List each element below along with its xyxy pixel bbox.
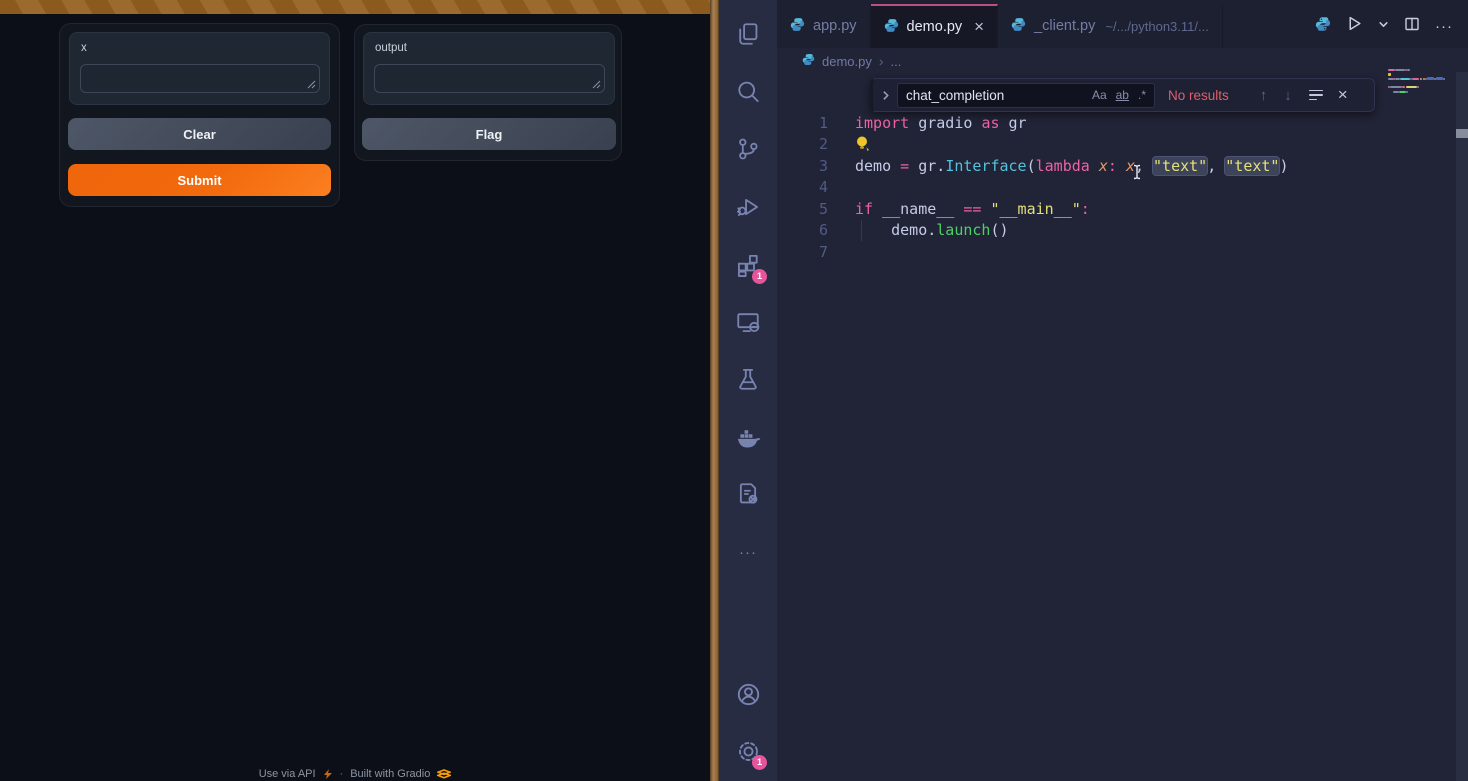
code-line-4[interactable]: 4	[777, 177, 1448, 199]
extensions-icon[interactable]: 1	[734, 251, 762, 279]
run-file-button[interactable]	[1346, 15, 1363, 37]
code-text: demo.launch()	[828, 221, 1009, 239]
code-line-2[interactable]: 2	[777, 134, 1448, 156]
previous-match-icon[interactable]: ↑	[1260, 87, 1268, 104]
resize-handle-icon[interactable]	[592, 80, 601, 89]
breadcrumb-symbol[interactable]: ...	[891, 54, 902, 69]
gradio-browser-window: x Clear Submit output Flag Use via API ·…	[0, 0, 710, 781]
flag-button[interactable]: Flag	[362, 118, 616, 150]
input-block: x	[69, 32, 330, 105]
code-line-7[interactable]: 7	[777, 241, 1448, 263]
python-file-icon	[884, 18, 899, 37]
tab-_client-py[interactable]: _client.py~/.../python3.11/...	[998, 4, 1223, 48]
close-find-icon[interactable]: ×	[1338, 85, 1348, 105]
indent-guide	[861, 220, 862, 241]
scrollbar-track[interactable]	[1456, 72, 1468, 781]
search-icon[interactable]	[734, 78, 762, 106]
gradio-footer: Use via API · Built with Gradio	[0, 768, 710, 780]
input-textarea[interactable]	[80, 64, 320, 93]
run-debug-icon[interactable]	[734, 193, 762, 221]
submit-button[interactable]: Submit	[68, 164, 331, 196]
footer-separator: ·	[340, 768, 344, 780]
use-via-api-link[interactable]: Use via API	[259, 768, 316, 780]
breadcrumb: demo.py › ...	[777, 48, 1468, 74]
tab-bar: app.pydemo.py×_client.py~/.../python3.11…	[777, 0, 1468, 48]
close-tab-icon[interactable]: ×	[974, 17, 984, 37]
code-text: if __name__ == "__main__":	[828, 200, 1090, 218]
code-text: import gradio as gr	[828, 114, 1027, 132]
line-number: 1	[777, 114, 828, 132]
next-match-icon[interactable]: ↓	[1284, 87, 1292, 104]
activity-bar: 1 ··· 1	[719, 0, 777, 781]
resize-handle-icon[interactable]	[307, 80, 316, 89]
browser-striped-titlebar	[0, 0, 710, 14]
python-file-icon	[1011, 17, 1026, 36]
breadcrumb-separator: ›	[879, 53, 884, 69]
split-editor-icon[interactable]	[1404, 16, 1420, 37]
accounts-icon[interactable]	[734, 680, 762, 708]
editor-actions: ···	[1315, 4, 1468, 48]
docker-icon[interactable]	[734, 423, 762, 451]
line-number: 3	[777, 157, 828, 175]
code-line-5[interactable]: 5if __name__ == "__main__":	[777, 198, 1448, 220]
built-with-gradio-link[interactable]: Built with Gradio	[350, 768, 430, 780]
testing-icon[interactable]	[734, 365, 762, 393]
regex-icon[interactable]: .*	[1138, 88, 1146, 102]
find-widget: chat_completion Aa ab .* No results ↑ ↓ …	[870, 78, 1375, 112]
editor-group: app.pydemo.py×_client.py~/.../python3.11…	[777, 0, 1468, 781]
minimap-line	[1388, 94, 1450, 98]
tab-demo-py[interactable]: demo.py×	[871, 4, 999, 48]
line-number: 7	[777, 243, 828, 261]
output-block: output	[363, 32, 615, 105]
more-actions-icon[interactable]: ···	[734, 538, 762, 566]
settings-badge: 1	[752, 755, 767, 770]
code-text	[828, 135, 870, 153]
code-line-3[interactable]: 3demo = gr.Interface(lambda x: x, "text"…	[777, 155, 1448, 177]
settings-gear-icon[interactable]: 1	[734, 737, 762, 765]
line-number: 6	[777, 221, 828, 239]
input-label: x	[81, 42, 87, 54]
source-control-icon[interactable]	[734, 135, 762, 163]
explorer-icon[interactable]	[734, 20, 762, 48]
more-editor-actions-icon[interactable]: ···	[1435, 18, 1453, 35]
output-label: output	[375, 42, 407, 54]
text-cursor-pointer	[1132, 164, 1142, 180]
code-editor[interactable]: 1import gradio as gr2 3demo = gr.Interfac…	[777, 74, 1468, 781]
find-query-text[interactable]: chat_completion	[906, 88, 1083, 103]
line-number: 2	[777, 135, 828, 153]
python-file-icon	[790, 17, 805, 36]
extensions-badge: 1	[752, 269, 767, 284]
line-number: 4	[777, 178, 828, 196]
find-in-selection-icon[interactable]	[1309, 90, 1323, 101]
cmake-tools-icon[interactable]	[734, 480, 762, 508]
python-interpreter-icon[interactable]	[1315, 16, 1331, 37]
match-case-icon[interactable]: Aa	[1092, 88, 1107, 102]
gradio-logo-icon	[437, 769, 451, 779]
clear-button[interactable]: Clear	[68, 118, 331, 150]
code-line-1[interactable]: 1import gradio as gr	[777, 112, 1448, 134]
api-lightning-icon	[323, 769, 333, 779]
output-textarea[interactable]	[374, 64, 605, 93]
gradio-output-column: output Flag	[354, 24, 622, 161]
code-text: demo = gr.Interface(lambda x: x, "text",…	[828, 157, 1289, 175]
toggle-replace-chevron-icon[interactable]	[873, 90, 897, 101]
gradio-input-column: x Clear Submit	[59, 23, 340, 207]
run-dropdown-chevron-icon[interactable]	[1378, 17, 1389, 35]
window-edge-divider	[710, 0, 719, 781]
overview-ruler-cursor-marker	[1456, 129, 1468, 138]
python-file-icon	[802, 53, 815, 69]
code-line-6[interactable]: 6 demo.launch()	[777, 220, 1448, 242]
whole-word-icon[interactable]: ab	[1116, 88, 1129, 102]
find-results-status: No results	[1168, 88, 1229, 103]
line-number: 5	[777, 200, 828, 218]
find-input[interactable]: chat_completion Aa ab .*	[897, 83, 1155, 108]
tab-app-py[interactable]: app.py	[777, 4, 871, 48]
breadcrumb-file[interactable]: demo.py	[822, 54, 872, 69]
remote-explorer-icon[interactable]	[734, 308, 762, 336]
vscode-window: 1 ··· 1 app.pydemo.py×_client.py~/.../py…	[719, 0, 1468, 781]
minimap[interactable]	[1388, 68, 1450, 98]
